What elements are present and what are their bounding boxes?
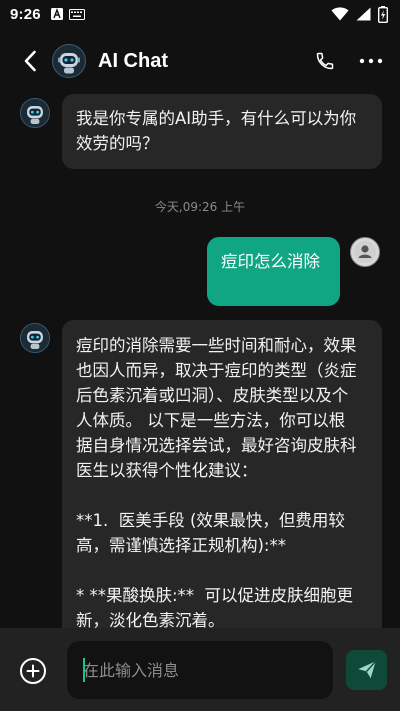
phone-icon	[316, 52, 334, 70]
status-time: 9:26	[10, 5, 41, 23]
chat-title: AI Chat	[98, 49, 168, 72]
back-arrow-icon	[24, 50, 36, 72]
chat-header: AI Chat	[0, 28, 400, 94]
call-button[interactable]	[310, 46, 340, 76]
keyboard-icon	[68, 8, 85, 20]
status-bar: 9:26	[0, 0, 400, 28]
battery-icon	[378, 5, 388, 23]
ai-message-bubble[interactable]: 我是你专属的AI助手，有什么可以为你 效劳的吗？	[62, 94, 382, 169]
text-caret	[83, 658, 85, 682]
more-options-button[interactable]	[356, 46, 386, 76]
send-icon	[357, 660, 376, 679]
user-message-bubble[interactable]: 痘印怎么消除	[207, 237, 340, 306]
add-attachment-button[interactable]	[18, 656, 48, 686]
ai-message-bubble[interactable]: 痘印的消除需要一些时间和耐心，效果 也因人而异，取决于痘印的类型（炎症 后色素沉…	[62, 320, 382, 628]
app-a-icon	[50, 8, 63, 20]
status-right	[331, 5, 388, 23]
signal-icon	[356, 7, 371, 21]
send-button[interactable]	[346, 650, 387, 690]
message-timestamp: 今天,09:26 上午	[154, 200, 246, 214]
robot-avatar-icon	[20, 98, 50, 128]
message-input-bar	[0, 628, 400, 711]
back-button[interactable]	[10, 41, 50, 81]
robot-avatar-icon	[20, 323, 50, 353]
more-horizontal-icon	[359, 58, 383, 64]
message-input[interactable]	[67, 641, 333, 699]
wifi-icon	[331, 7, 349, 21]
chat-messages[interactable]: 我是你专属的AI助手，有什么可以为你 效劳的吗？ 今天,09:26 上午 痘印怎…	[0, 94, 400, 628]
header-actions	[310, 46, 386, 76]
notification-icons	[50, 8, 85, 20]
robot-avatar-icon[interactable]	[52, 44, 86, 78]
user-avatar-icon	[350, 237, 380, 267]
